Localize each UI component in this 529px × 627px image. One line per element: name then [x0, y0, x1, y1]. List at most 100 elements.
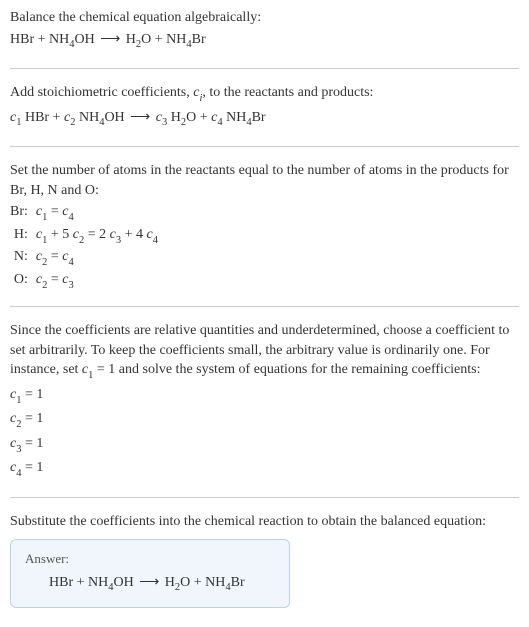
eq-text: O + NH	[141, 32, 186, 47]
coeff: c	[147, 227, 153, 242]
eq-text: Br	[231, 575, 245, 590]
answer-box: Answer: HBr + NH4OH ⟶ H2O + NH4Br	[10, 539, 290, 608]
arrow-icon: ⟶	[98, 32, 122, 47]
coeff-sub: 4	[68, 212, 73, 223]
coeff-sub: i	[199, 93, 202, 104]
element-equation: c2 = c3	[36, 270, 164, 292]
coeff-sub: 4	[217, 117, 222, 128]
element-equation: c1 = c4	[36, 202, 164, 224]
eq-text: HBr + NH	[49, 575, 108, 590]
unbalanced-equation: HBr + NH4OH ⟶ H2O + NH4Br	[10, 30, 519, 52]
eq-text: = 2	[84, 227, 109, 242]
coefficient-value: c2 = 1	[10, 409, 519, 431]
divider	[10, 68, 519, 69]
atom-balance-row: H:c1 + 5 c2 = 2 c3 + 4 c4	[10, 225, 164, 247]
element-equation: c1 + 5 c2 = 2 c3 + 4 c4	[36, 225, 164, 247]
element-equation: c2 = c4	[36, 247, 164, 269]
balanced-equation: HBr + NH4OH ⟶ H2O + NH4Br	[25, 573, 275, 595]
instruction-text: Substitute the coefficients into the che…	[10, 512, 519, 532]
coeff-sub: 2	[16, 419, 21, 430]
coeff-sub: 4	[153, 235, 158, 246]
coeff-sub: 3	[16, 444, 21, 455]
eq-text: + 4	[121, 227, 146, 242]
eq-sub: 2	[175, 582, 180, 593]
atom-balance-row: O:c2 = c3	[10, 270, 164, 292]
coeff-sub: 1	[16, 117, 21, 128]
coeff-sub: 4	[16, 468, 21, 479]
eq-text: =	[47, 204, 62, 219]
coeff-value: = 1	[21, 436, 43, 451]
coeff-sub: 1	[16, 395, 21, 406]
eq-sub: 4	[69, 39, 74, 50]
eq-sub: 4	[225, 582, 230, 593]
text: Add stoichiometric coefficients,	[10, 85, 193, 100]
eq-text: H	[167, 110, 181, 125]
section-atom-equations: Set the number of atoms in the reactants…	[10, 161, 519, 306]
eq-text: Br	[252, 110, 266, 125]
arrow-icon: ⟶	[128, 110, 152, 125]
divider	[10, 146, 519, 147]
answer-label: Answer:	[25, 550, 275, 568]
coeff-sub: 3	[162, 117, 167, 128]
coefficient-value: c3 = 1	[10, 434, 519, 456]
coeff-value: = 1	[21, 411, 43, 426]
section-balance-prompt: Balance the chemical equation algebraica…	[10, 8, 519, 68]
eq-text: H	[165, 575, 175, 590]
eq-text: NH	[75, 110, 99, 125]
coeff-sub: 2	[70, 117, 75, 128]
eq-sub: 2	[136, 39, 141, 50]
divider	[10, 306, 519, 307]
eq-text: + 5	[47, 227, 72, 242]
prompt-text: Balance the chemical equation algebraica…	[10, 8, 519, 28]
coeff-sub: 2	[42, 280, 47, 291]
coeff-sub: 1	[42, 235, 47, 246]
eq-text: O + NH	[180, 575, 225, 590]
section-solve: Since the coefficients are relative quan…	[10, 321, 519, 497]
eq-text: O +	[186, 110, 211, 125]
coeff-sub: 1	[88, 370, 93, 381]
divider	[10, 497, 519, 498]
coefficient-value: c4 = 1	[10, 458, 519, 480]
eq-text: NH	[223, 110, 247, 125]
element-label: H:	[10, 225, 36, 247]
text: , to the reactants and products:	[202, 85, 373, 100]
eq-text: =	[47, 249, 62, 264]
instruction-text: Set the number of atoms in the reactants…	[10, 161, 519, 200]
coeff-value: = 1	[21, 460, 43, 475]
eq-text: HBr + NH	[10, 32, 69, 47]
eq-text: H	[126, 32, 136, 47]
text: = 1 and solve the system of equations fo…	[93, 362, 480, 377]
eq-text: OH	[113, 575, 133, 590]
coeff-sub: 1	[42, 212, 47, 223]
element-label: Br:	[10, 202, 36, 224]
eq-sub: 2	[181, 117, 186, 128]
coeff-sub: 2	[42, 257, 47, 268]
eq-text: OH	[104, 110, 124, 125]
eq-text: =	[47, 272, 62, 287]
solved-coefficients: c1 = 1c2 = 1c3 = 1c4 = 1	[10, 385, 519, 481]
eq-text: HBr +	[21, 110, 64, 125]
coeff-value: = 1	[21, 387, 43, 402]
eq-sub: 4	[186, 39, 191, 50]
section-answer: Substitute the coefficients into the che…	[10, 512, 519, 612]
coeff-sub: 4	[68, 257, 73, 268]
coeff-sub: 2	[79, 235, 84, 246]
atom-balance-row: N:c2 = c4	[10, 247, 164, 269]
element-label: N:	[10, 247, 36, 269]
eq-sub: 4	[108, 582, 113, 593]
eq-text: OH	[74, 32, 94, 47]
atom-balance-row: Br:c1 = c4	[10, 202, 164, 224]
coeff: c	[110, 227, 116, 242]
coefficient-equation: c1 HBr + c2 NH4OH ⟶ c3 H2O + c4 NH4Br	[10, 108, 519, 130]
element-label: O:	[10, 270, 36, 292]
atom-balance-table: Br:c1 = c4H:c1 + 5 c2 = 2 c3 + 4 c4N:c2 …	[10, 202, 164, 292]
eq-sub: 4	[99, 117, 104, 128]
instruction-text: Add stoichiometric coefficients, ci, to …	[10, 83, 519, 105]
eq-text: Br	[192, 32, 206, 47]
eq-sub: 4	[246, 117, 251, 128]
arrow-icon: ⟶	[137, 575, 161, 590]
section-add-coefficients: Add stoichiometric coefficients, ci, to …	[10, 83, 519, 146]
coeff-sub: 3	[68, 280, 73, 291]
coeff-sub: 3	[116, 235, 121, 246]
instruction-text: Since the coefficients are relative quan…	[10, 321, 519, 383]
